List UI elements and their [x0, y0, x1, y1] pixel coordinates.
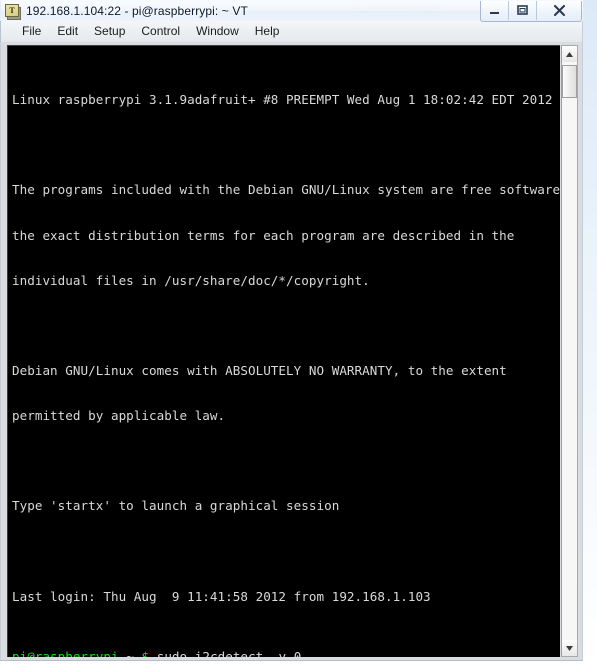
vertical-scrollbar[interactable] [561, 45, 578, 657]
menu-item-control[interactable]: Control [133, 23, 188, 40]
terminal-line-last-login: Last login: Thu Aug 9 11:41:58 2012 from… [12, 588, 431, 604]
menu-item-setup[interactable]: Setup [86, 23, 133, 40]
teraterm-icon: T [5, 3, 21, 20]
terminal-command: sudo i2cdetect -y 0 [156, 648, 302, 657]
maximize-restore-button[interactable] [509, 1, 537, 20]
minimize-icon [490, 12, 499, 14]
terminal-output: Linux raspberrypi 3.1.9adafruit+ #8 PREE… [8, 46, 560, 657]
terminal-line: Debian GNU/Linux comes with ABSOLUTELY N… [12, 362, 507, 378]
terminal-line: Type 'startx' to launch a graphical sess… [12, 498, 340, 514]
terminal-line: The programs included with the Debian GN… [12, 182, 560, 198]
menu-bar: File Edit Setup Control Window Help [0, 21, 583, 42]
window-title: 192.168.1.104:22 - pi@raspberrypi: ~ VT [26, 4, 248, 18]
terminal-line: permitted by applicable law. [12, 408, 226, 424]
menu-item-edit[interactable]: Edit [49, 23, 86, 40]
prompt-path: ~ [126, 648, 134, 657]
prompt-userhost: pi@raspberrypi [12, 648, 119, 657]
client-area: Linux raspberrypi 3.1.9adafruit+ #8 PREE… [0, 42, 583, 661]
menu-item-window[interactable]: Window [188, 23, 247, 40]
window-controls [480, 1, 582, 22]
title-bar[interactable]: T 192.168.1.104:22 - pi@raspberrypi: ~ V… [0, 0, 583, 22]
scrollbar-thumb[interactable] [562, 65, 577, 98]
terminal-frame[interactable]: Linux raspberrypi 3.1.9adafruit+ #8 PREE… [7, 45, 560, 657]
scroll-up-button[interactable] [562, 46, 577, 62]
prompt-sigil: $ [141, 648, 150, 657]
minimize-button[interactable] [481, 1, 509, 20]
terminal-line: individual files in /usr/share/doc/*/cop… [12, 272, 370, 288]
terminal-line: the exact distribution terms for each pr… [12, 227, 515, 243]
terminal-command-line: pi@raspberrypi ~ $ sudo i2cdetect -y 0 [12, 649, 560, 657]
scroll-down-arrow-icon [566, 645, 573, 651]
scroll-up-arrow-icon [566, 51, 573, 57]
restore-icon [517, 5, 528, 15]
teraterm-window: T 192.168.1.104:22 - pi@raspberrypi: ~ V… [0, 0, 583, 661]
close-button[interactable] [537, 1, 581, 20]
terminal-line: Linux raspberrypi 3.1.9adafruit+ #8 PREE… [12, 92, 560, 108]
menu-item-file[interactable]: File [14, 23, 49, 40]
scroll-down-button[interactable] [562, 640, 577, 656]
menu-item-help[interactable]: Help [247, 23, 288, 40]
scrollbar-track-below[interactable] [562, 98, 577, 640]
close-icon [553, 4, 565, 17]
teraterm-icon-glyph: T [5, 3, 19, 17]
